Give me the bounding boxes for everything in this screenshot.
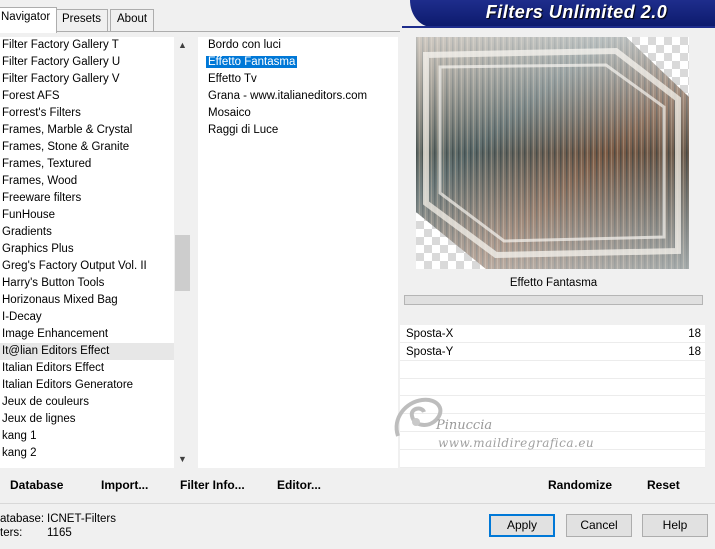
parameter-value[interactable]: 18 [688, 325, 701, 343]
divider [0, 503, 715, 504]
apply-button[interactable]: Apply [489, 514, 555, 537]
category-item[interactable]: Filter Factory Gallery T [0, 37, 176, 54]
filter-preview-image [416, 37, 689, 269]
chevron-up-icon[interactable]: ▲ [174, 37, 191, 54]
filter-slider-track[interactable] [404, 295, 703, 305]
filters-count-status: ters: 1165 [0, 527, 72, 539]
category-item[interactable]: Graphics Plus [0, 241, 176, 258]
filter-item-label: Raggi di Luce [208, 124, 279, 136]
category-item[interactable]: Freeware filters [0, 190, 176, 207]
filter-item[interactable]: Grana - www.italianeditors.com [198, 88, 398, 105]
database-status: atabase: ICNET-Filters [0, 513, 116, 525]
tab-about[interactable]: About [110, 9, 155, 31]
help-button[interactable]: Help [642, 514, 708, 537]
category-item[interactable]: Frames, Wood [0, 173, 176, 190]
import-button[interactable]: Import... [101, 473, 148, 497]
filter-list[interactable]: Bordo con luci Effetto Fantasma Effetto Tv… [198, 37, 398, 468]
category-item[interactable]: FunHouse [0, 207, 176, 224]
category-item[interactable]: Frames, Marble & Crystal [0, 122, 176, 139]
tab-presets[interactable]: Presets [55, 9, 108, 31]
filter-item-label: Effetto Tv [208, 73, 257, 85]
category-item[interactable]: Harry's Button Tools [0, 275, 176, 292]
button-label: Cancel [580, 518, 618, 532]
button-label: Editor... [277, 478, 322, 492]
category-list[interactable]: Filter Factory Gallery T Filter Factory G… [0, 37, 176, 468]
status-label: ters: [0, 527, 23, 539]
filter-item-label: Bordo con luci [208, 39, 281, 51]
category-item[interactable]: Filter Factory Gallery V [0, 71, 176, 88]
preview-art [416, 37, 689, 269]
button-label: Help [662, 518, 688, 532]
button-label: Import... [101, 478, 149, 492]
status-label: atabase: [0, 513, 45, 525]
button-label: Reset [647, 478, 680, 492]
category-item[interactable]: Gradients [0, 224, 176, 241]
category-item[interactable]: It@lian Editors Effect [0, 343, 176, 360]
watermark-url: www.maildiregrafica.eu [438, 436, 595, 450]
parameter-row[interactable]: Sposta-X 18 [400, 325, 705, 343]
filter-item-label: Effetto Fantasma [206, 56, 298, 68]
parameter-row[interactable]: Sposta-Y 18 [400, 343, 705, 361]
category-item[interactable]: Image Enhancement [0, 326, 176, 343]
tab-divider [0, 31, 400, 32]
category-item[interactable]: Italian Editors Generatore [0, 377, 176, 394]
randomize-button[interactable]: Randomize [548, 473, 612, 497]
parameter-name: Sposta-Y [406, 345, 454, 358]
category-item[interactable]: Forest AFS [0, 88, 176, 105]
category-item[interactable]: Jeux de couleurs [0, 394, 176, 411]
filter-item[interactable]: Bordo con luci [198, 37, 398, 54]
category-item[interactable]: Frames, Stone & Granite [0, 139, 176, 156]
scrollbar-thumb[interactable] [175, 235, 190, 291]
category-item[interactable]: Greg's Factory Output Vol. II [0, 258, 176, 275]
app-banner: Filters Unlimited 2.0 [402, 0, 715, 28]
reset-button[interactable]: Reset [647, 473, 680, 497]
chevron-down-icon[interactable]: ▼ [174, 451, 191, 468]
filter-info-button[interactable]: Filter Info... [180, 473, 245, 497]
category-item[interactable]: Italian Editors Effect [0, 360, 176, 377]
button-label: Filter Info... [180, 478, 245, 492]
tab-label: Presets [62, 13, 101, 25]
category-item[interactable]: kang 1 [0, 428, 176, 445]
app-title: Filters Unlimited 2.0 [485, 2, 668, 22]
parameter-name: Sposta-X [406, 328, 454, 340]
filter-item[interactable]: Mosaico [198, 105, 398, 122]
filter-item-label: Grana - www.italianeditors.com [208, 90, 368, 102]
button-label: Database [10, 478, 64, 492]
parameter-row [400, 450, 705, 468]
tab-label: Navigator [1, 11, 51, 23]
filter-item[interactable]: Effetto Tv [198, 71, 398, 88]
editor-button[interactable]: Editor... [277, 473, 321, 497]
category-scrollbar[interactable]: ▲ ▼ [174, 37, 191, 468]
status-value: ICNET-Filters [47, 513, 116, 525]
database-button[interactable]: Database [10, 473, 63, 497]
filter-item[interactable]: Raggi di Luce [198, 122, 398, 139]
tab-navigator[interactable]: Navigator [0, 7, 58, 33]
button-label: Randomize [548, 478, 613, 492]
watermark-name: Pinuccia [436, 418, 493, 433]
watermark: Pinuccia www.maildiregrafica.eu [392, 392, 612, 452]
category-item[interactable]: Frames, Textured [0, 156, 176, 173]
category-item[interactable]: kang 2 [0, 445, 176, 462]
tab-label: About [117, 13, 148, 25]
category-item[interactable]: Horizonaus Mixed Bag [0, 292, 176, 309]
filter-item[interactable]: Effetto Fantasma [198, 54, 398, 71]
parameter-row [400, 361, 705, 379]
parameter-value[interactable]: 18 [688, 343, 701, 361]
status-value: 1165 [47, 527, 72, 539]
filter-name-text: Effetto Fantasma [509, 277, 598, 289]
filter-name-label: Effetto Fantasma [404, 271, 703, 295]
category-item[interactable]: Filter Factory Gallery U [0, 54, 176, 71]
category-item[interactable]: Jeux de lignes [0, 411, 176, 428]
category-item[interactable]: Forrest's Filters [0, 105, 176, 122]
category-item[interactable]: I-Decay [0, 309, 176, 326]
cancel-button[interactable]: Cancel [566, 514, 632, 537]
filter-item-label: Mosaico [208, 107, 251, 119]
button-label: Apply [506, 518, 538, 532]
